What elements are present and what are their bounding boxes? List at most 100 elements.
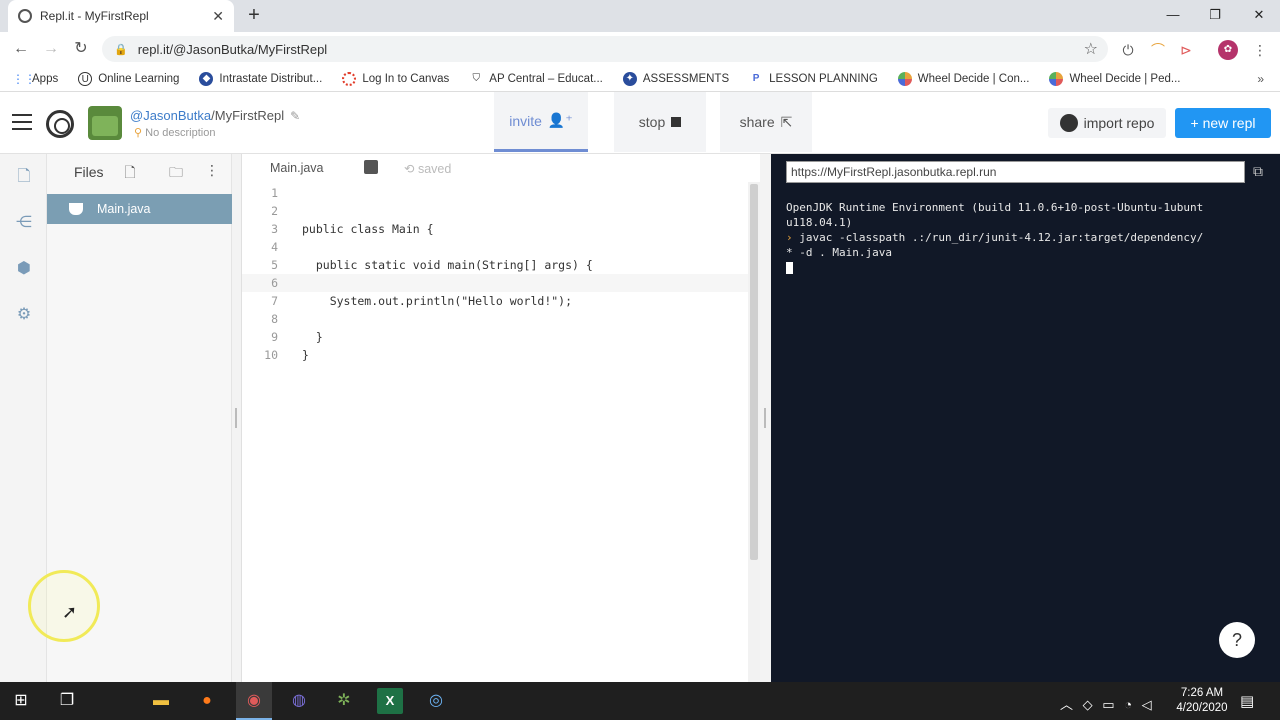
packages-icon[interactable]: ⬢ xyxy=(13,258,35,280)
bookmark-ap-central[interactable]: ⛉ AP Central – Educat... xyxy=(469,72,603,86)
canvas-icon xyxy=(342,71,357,86)
version-control-icon[interactable]: ⋲ xyxy=(13,212,35,234)
tray-up-arrow-icon[interactable]: ︿ xyxy=(1060,697,1073,712)
new-repl-button[interactable]: + new repl xyxy=(1175,108,1271,138)
editor-tab-main-java[interactable]: Main.java xyxy=(270,161,324,175)
replit-favicon-icon xyxy=(18,9,32,23)
profile-avatar[interactable]: ✿ xyxy=(1218,40,1238,60)
firefox-icon[interactable]: ● xyxy=(194,688,220,714)
wifi-icon[interactable]: ◔ xyxy=(1124,697,1132,712)
tab-close-icon[interactable]: ✕ xyxy=(212,8,224,25)
browser-tab[interactable]: Repl.it - MyFirstRepl ✕ xyxy=(8,0,234,32)
code-line: 5 public static void main(String[] args)… xyxy=(271,258,593,272)
chrome-icon[interactable]: ◉ xyxy=(241,688,267,714)
volume-icon[interactable]: ◁ xyxy=(1142,697,1152,712)
bookmark-online-learning[interactable]: U Online Learning xyxy=(78,71,179,86)
bookmarks-more-icon[interactable]: » xyxy=(1257,72,1264,86)
settings-gear-icon[interactable]: ⚙ xyxy=(13,304,35,326)
bookmark-intrastate[interactable]: ◆ Intrastate Distribut... xyxy=(199,71,322,86)
stop-button[interactable]: stop xyxy=(614,92,706,152)
share-icon: ⇱ xyxy=(780,113,793,130)
window-close-icon[interactable]: ✕ xyxy=(1244,4,1274,26)
open-external-icon[interactable]: ⧉ xyxy=(1253,163,1263,180)
task-view-icon[interactable]: ❐ xyxy=(54,688,80,714)
reload-icon[interactable]: ↻ xyxy=(70,38,92,60)
new-tab-button[interactable]: + xyxy=(244,4,264,26)
import-repo-button[interactable]: import repo xyxy=(1048,108,1166,138)
tab-title: Repl.it - MyFirstRepl xyxy=(40,9,149,23)
bookmark-assessments[interactable]: ✦ ASSESSMENTS xyxy=(622,71,729,86)
repl-run-url-field[interactable]: https://MyFirstRepl.jasonbutka.repl.run xyxy=(786,161,1245,183)
battery-icon[interactable]: ▭ xyxy=(1102,697,1114,712)
console-line xyxy=(786,260,1266,275)
bookmark-wheel-decide-ped[interactable]: Wheel Decide | Ped... xyxy=(1049,71,1180,86)
repl-header: @JasonButka/MyFirstRepl ✎ ⚲ No descriptio… xyxy=(0,92,1280,154)
more-options-icon[interactable]: ⋮ xyxy=(201,162,223,182)
bookmark-star-icon[interactable]: ☆ xyxy=(1084,39,1098,59)
console-panel: https://MyFirstRepl.jasonbutka.repl.run … xyxy=(771,154,1280,682)
file-item[interactable]: Main.java xyxy=(47,194,232,224)
project-description[interactable]: ⚲ No description xyxy=(134,126,215,139)
lock-icon: 🔒 xyxy=(114,43,128,56)
excel-icon[interactable]: X xyxy=(377,688,403,714)
add-file-icon[interactable]: 🗋 xyxy=(119,162,141,182)
help-button[interactable]: ? xyxy=(1219,622,1255,658)
add-user-icon: 👤⁺ xyxy=(547,112,573,128)
code-line: 8 xyxy=(271,312,278,326)
java-cup-icon xyxy=(69,203,83,215)
terminal-cursor xyxy=(786,262,793,274)
address-bar-row: ← → ↻ 🔒 repl.it/@JasonButka/MyFirstRepl … xyxy=(0,32,1280,66)
bookmark-apps[interactable]: ⋮⋮ Apps xyxy=(12,72,58,86)
add-folder-icon[interactable]: 🗀 xyxy=(165,162,187,182)
code-area[interactable]: 1 2 3 public class Main { 4 5 public stat… xyxy=(242,184,748,364)
files-title: Files xyxy=(74,164,104,180)
restore-icon[interactable]: ❐ xyxy=(1200,4,1230,26)
invite-button[interactable]: invite 👤⁺ xyxy=(494,92,588,152)
pane-resize-handle-2[interactable] xyxy=(760,154,771,682)
pane-resize-handle[interactable] xyxy=(232,154,242,682)
bookmark-lesson-planning[interactable]: P LESSON PLANNING xyxy=(749,72,878,86)
notifications-icon[interactable]: ▤ xyxy=(1240,692,1254,710)
chrome-menu-icon[interactable]: ⋮ xyxy=(1250,40,1270,60)
assessments-icon: ✦ xyxy=(622,71,637,86)
android-studio-icon[interactable]: ✲ xyxy=(331,688,357,714)
console-output[interactable]: OpenJDK Runtime Environment (build 11.0.… xyxy=(786,200,1266,275)
pencil-icon[interactable]: ✎ xyxy=(290,109,300,123)
dropbox-icon[interactable]: ◇ xyxy=(1083,697,1093,712)
hamburger-menu-icon[interactable] xyxy=(12,114,32,130)
screencast-extension-icon[interactable]: ⊳ xyxy=(1176,40,1196,60)
bookmark-wheel-decide-con[interactable]: Wheel Decide | Con... xyxy=(897,71,1029,86)
code-editor: Main.java ⟲ saved 1 2 3 public class Main… xyxy=(242,154,760,682)
file-explorer-icon[interactable]: ▬ xyxy=(148,688,174,714)
editor-scrollbar[interactable] xyxy=(748,182,760,682)
files-icon[interactable]: 🗋 xyxy=(13,166,35,188)
lesson-planning-icon: P xyxy=(752,72,760,84)
forward-icon[interactable]: → xyxy=(40,38,62,60)
rainbow-extension-icon[interactable]: ⌒ xyxy=(1148,40,1168,60)
save-status: ⟲ saved xyxy=(404,162,452,176)
code-line: 9 } xyxy=(271,330,323,344)
clock[interactable]: 7:26 AM 4/20/2020 xyxy=(1172,686,1232,716)
windows-taskbar: ⊞ ❐ ▬ ● ◉ ◍ ✲ X ◎ ︿ ◇ ▭ ◔ ◁ 7:26 AM 4/20… xyxy=(0,682,1280,720)
eclipse-icon[interactable]: ◍ xyxy=(286,688,312,714)
code-line: 4 xyxy=(271,240,278,254)
url-text: repl.it/@JasonButka/MyFirstRepl xyxy=(137,41,328,57)
windows-start-icon[interactable]: ⊞ xyxy=(8,688,34,714)
prompt-icon: › xyxy=(786,231,793,244)
share-button[interactable]: share ⇱ xyxy=(720,92,812,152)
power-extension-icon[interactable]: ⏻ xyxy=(1118,40,1138,60)
code-line: 2 xyxy=(271,204,278,218)
console-line: OpenJDK Runtime Environment (build 11.0.… xyxy=(786,201,1204,214)
url-input[interactable]: 🔒 repl.it/@JasonButka/MyFirstRepl ☆ xyxy=(102,36,1108,62)
code-line-active: 6 xyxy=(242,274,748,292)
format-code-icon[interactable] xyxy=(364,160,378,174)
username-link[interactable]: @JasonButka xyxy=(130,108,211,123)
bookmark-canvas[interactable]: Log In to Canvas xyxy=(342,71,449,86)
minimize-icon[interactable]: — xyxy=(1158,4,1188,26)
history-icon: ⟲ xyxy=(404,162,415,176)
back-icon[interactable]: ← xyxy=(10,38,32,60)
replit-logo-icon[interactable] xyxy=(46,110,74,138)
ap-central-icon: ⛉ xyxy=(472,72,481,84)
screen-recorder-icon[interactable]: ◎ xyxy=(423,688,449,714)
project-path: @JasonButka/MyFirstRepl ✎ xyxy=(130,108,300,123)
